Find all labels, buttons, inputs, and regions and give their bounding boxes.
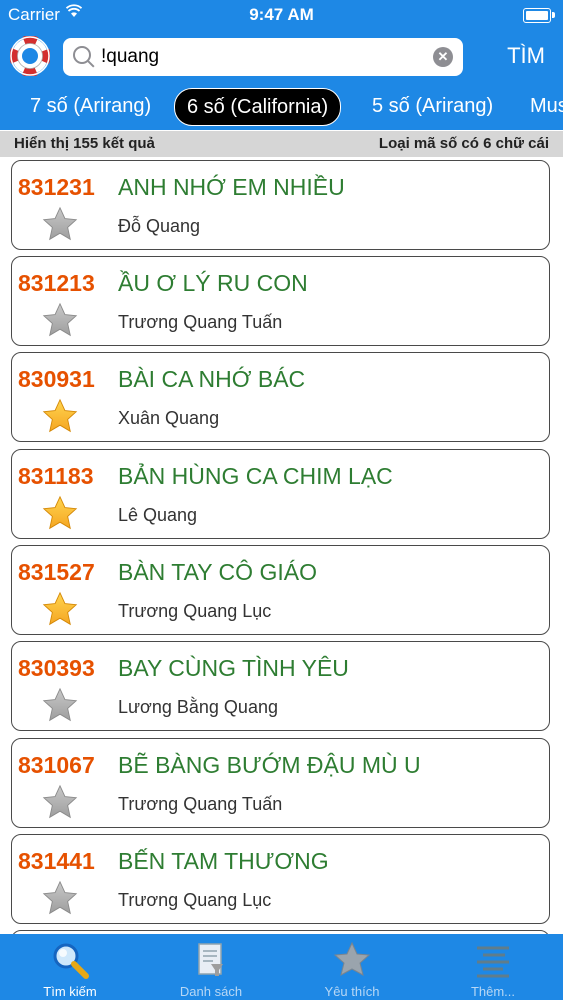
- clock: 9:47 AM: [249, 5, 314, 24]
- tab-music[interactable]: Mus: [518, 88, 563, 124]
- song-row[interactable]: 831213 ẦU Ơ LÝ RU CON Trương Quang Tuấn: [11, 256, 550, 346]
- tabbar-more[interactable]: Thêm...: [423, 934, 563, 1000]
- song-code: 831527: [18, 559, 95, 585]
- song-code: 831183: [18, 463, 94, 489]
- song-row[interactable]: 831183 BẢN HÙNG CA CHIM LẠC Lê Quang: [11, 449, 550, 539]
- song-code: 831441: [18, 848, 95, 874]
- tabbar-favorites-label: Yêu thích: [324, 984, 380, 999]
- star-icon[interactable]: [42, 398, 78, 434]
- magnifier-icon: [53, 943, 89, 979]
- star-icon[interactable]: [42, 591, 78, 627]
- tabbar-favorites[interactable]: Yêu thích: [282, 934, 422, 1000]
- song-list[interactable]: 831231 ANH NHỚ EM NHIỀU Đỗ Quang 831213 …: [0, 157, 563, 934]
- tab-6so-california[interactable]: 6 số (California): [174, 88, 342, 126]
- search-bar: !quang ✕ TÌM: [0, 30, 563, 84]
- star-icon[interactable]: [42, 495, 78, 531]
- song-author: Lê Quang: [118, 505, 198, 525]
- search-input[interactable]: !quang ✕: [63, 38, 463, 76]
- star-icon[interactable]: [42, 206, 78, 242]
- tab-5so-arirang[interactable]: 5 số (Arirang): [360, 88, 505, 124]
- tabbar-search[interactable]: Tìm kiếm: [0, 934, 140, 1000]
- tab-7so-arirang[interactable]: 7 số (Arirang): [18, 88, 163, 124]
- clear-icon[interactable]: ✕: [433, 47, 453, 67]
- search-input-value: !quang: [101, 46, 160, 67]
- search-button[interactable]: TÌM: [507, 43, 545, 69]
- code-type-label: Loại mã số có 6 chữ cái: [378, 135, 549, 152]
- song-author: Đỗ Quang: [118, 216, 201, 236]
- song-row[interactable]: 831067 BẼ BÀNG BƯỚM ĐẬU MÙ U Trương Quan…: [11, 738, 550, 828]
- song-code: 830393: [18, 655, 95, 681]
- bottom-tab-bar: Tìm kiếm Danh sách Yêu thích Thêm...: [0, 934, 563, 1000]
- lifebuoy-icon[interactable]: [9, 35, 51, 77]
- song-code: 831067: [18, 752, 95, 778]
- star-icon[interactable]: [42, 687, 78, 723]
- star-icon[interactable]: [42, 302, 78, 338]
- search-icon: [73, 46, 91, 64]
- tabbar-list-label: Danh sách: [179, 984, 243, 999]
- song-row[interactable]: 831441 BẾN TAM THƯƠNG Trương Quang Lục: [11, 834, 550, 924]
- song-author: Lương Bằng Quang: [118, 697, 278, 717]
- star-icon: [333, 941, 371, 976]
- battery-icon: [523, 8, 555, 23]
- song-row[interactable]: 831527 BÀN TAY CÔ GIÁO Trương Quang Lục: [11, 545, 550, 635]
- song-row[interactable]: 831231 ANH NHỚ EM NHIỀU Đỗ Quang: [11, 160, 550, 250]
- song-title: BẢN HÙNG CA CHIM LẠC: [118, 463, 393, 489]
- tabbar-more-label: Thêm...: [470, 984, 516, 999]
- song-title: BẾN TAM THƯƠNG: [118, 848, 329, 874]
- song-title: BẼ BÀNG BƯỚM ĐẬU MÙ U: [118, 752, 421, 778]
- song-row[interactable]: 830393 BAY CÙNG TÌNH YÊU Lương Bằng Quan…: [11, 641, 550, 731]
- song-row[interactable]: 830931 BÀI CA NHỚ BÁC Xuân Quang: [11, 352, 550, 442]
- tabbar-list[interactable]: Danh sách: [141, 934, 281, 1000]
- star-icon[interactable]: [42, 784, 78, 820]
- song-author: Trương Quang Lục: [118, 890, 272, 910]
- song-title: BÀI CA NHỚ BÁC: [118, 366, 306, 392]
- song-title: BÀN TAY CÔ GIÁO: [118, 559, 317, 585]
- song-title: ẦU Ơ LÝ RU CON: [118, 270, 308, 296]
- song-title: BAY CÙNG TÌNH YÊU: [118, 655, 349, 681]
- song-author: Trương Quang Tuấn: [118, 794, 283, 814]
- song-title: ANH NHỚ EM NHIỀU: [118, 174, 345, 200]
- song-code: 831213: [18, 270, 95, 296]
- song-code: 830931: [18, 366, 95, 392]
- category-tabs: 7 số (Arirang) 6 số (California) 5 số (A…: [0, 84, 563, 130]
- document-list-icon: [198, 943, 223, 976]
- song-code: 831231: [18, 174, 95, 200]
- tabbar-search-label: Tìm kiếm: [43, 984, 97, 999]
- status-bar: Carrier 9:47 AM: [0, 0, 563, 30]
- menu-lines-icon: [477, 946, 509, 978]
- star-icon[interactable]: [42, 880, 78, 916]
- song-author: Trương Quang Lục: [118, 601, 272, 621]
- result-count: Hiển thị 155 kết quả: [14, 135, 155, 152]
- results-info-bar: Hiển thị 155 kết quả Loại mã số có 6 chữ…: [0, 131, 563, 157]
- song-author: Xuân Quang: [118, 408, 220, 428]
- song-author: Trương Quang Tuấn: [118, 312, 283, 332]
